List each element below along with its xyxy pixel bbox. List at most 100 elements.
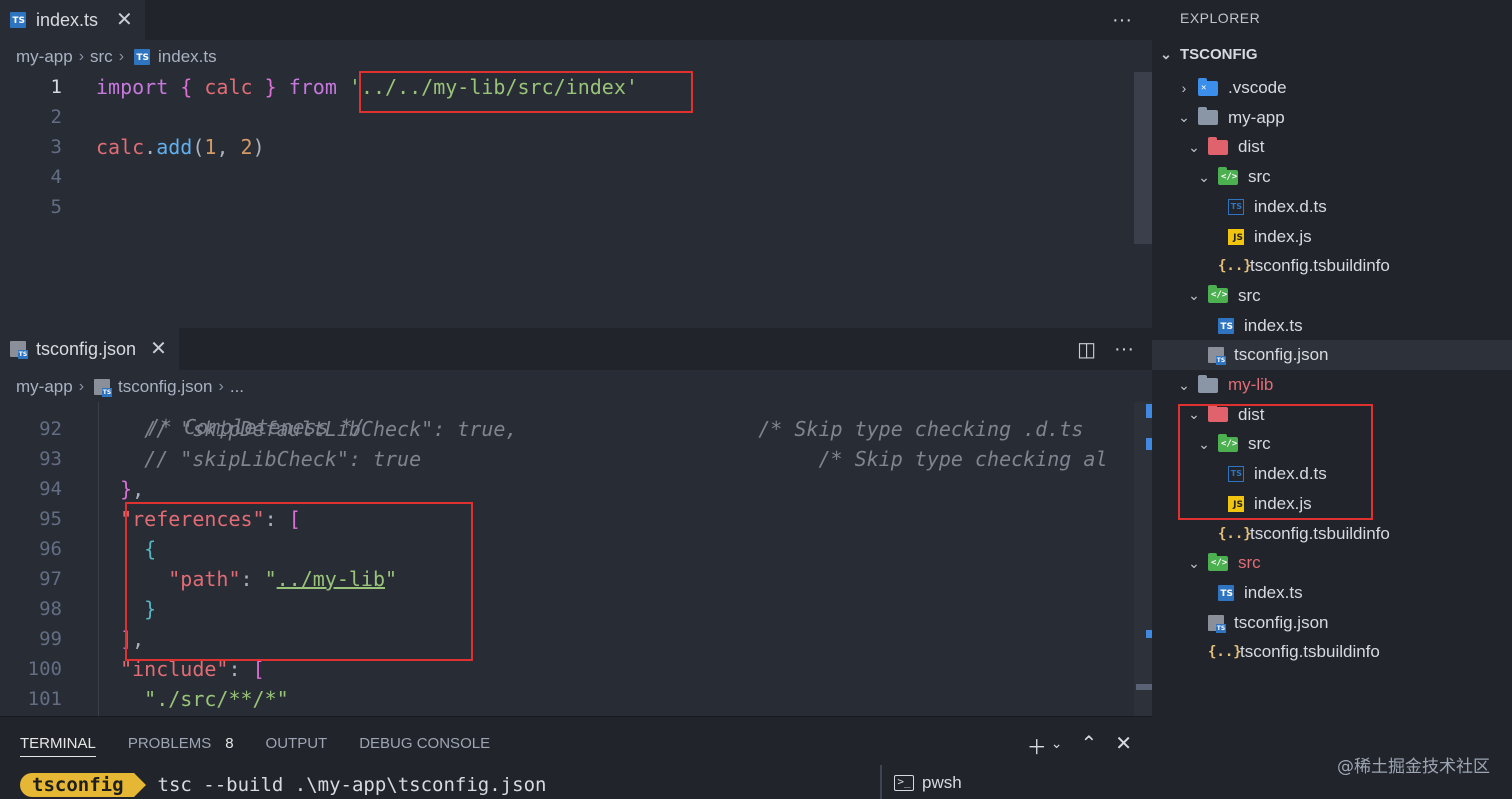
split-editor-icon[interactable]: ◫ — [1077, 337, 1096, 362]
tree-item-icon-wrap: </> — [1218, 166, 1238, 185]
tree-item[interactable]: TS index.ts — [1152, 311, 1512, 341]
code-token: calc — [204, 75, 253, 99]
chevron-right-icon: › — [218, 378, 224, 395]
tree-item[interactable]: {..} tsconfig.tsbuildinfo — [1152, 637, 1512, 667]
tree-item[interactable]: {..} tsconfig.tsbuildinfo — [1152, 251, 1512, 281]
typescript-file-icon: TS — [10, 12, 26, 28]
chevron-down-icon[interactable]: ⌄ — [1051, 735, 1063, 760]
vscode-window: TS index.ts ✕ ··· my-app › src › TS inde… — [0, 0, 1512, 799]
code-token: // "skipLibCheck": true /* Skip type che… — [144, 447, 1108, 471]
breadcrumb-item[interactable]: ... — [230, 377, 244, 397]
tab-index-ts[interactable]: TS index.ts ✕ — [0, 0, 145, 40]
code-line[interactable]: 94 }, — [0, 474, 1134, 504]
tree-item-icon-wrap: </> — [1208, 285, 1228, 304]
breadcrumb-item[interactable]: tsconfig.json — [118, 377, 213, 397]
tree-item-label: tsconfig.tsbuildinfo — [1250, 523, 1390, 543]
watermark: @稀土掘金技术社区 — [1337, 757, 1490, 777]
line-number: 94 — [39, 478, 62, 500]
code-token: , — [132, 477, 145, 501]
code-line[interactable]: 93 // "skipLibCheck": true /* Skip type … — [0, 444, 1134, 474]
tree-item[interactable]: TS index.ts — [1152, 578, 1512, 608]
terminal-prompt-line[interactable]: tsconfig tsc --build .\my-app\tsconfig.j… — [20, 773, 546, 797]
tree-item-label: index.d.ts — [1254, 196, 1327, 216]
tree-item[interactable]: ⌄ my-lib — [1152, 370, 1512, 400]
code-token: } — [264, 75, 277, 99]
scrollbar-thumb[interactable] — [1134, 72, 1152, 244]
code-token: . — [144, 135, 157, 159]
line-number: 101 — [27, 688, 62, 710]
tree-item-label: dist — [1238, 137, 1265, 157]
tree-item[interactable]: ⌄ </> src — [1152, 281, 1512, 311]
code-line[interactable]: 101 "./src/**/*" — [0, 684, 1134, 714]
chevron-down-icon: ⌄ — [1198, 168, 1210, 185]
code-token: ) — [252, 135, 265, 159]
json-braces-icon: {..} — [1218, 258, 1252, 275]
close-panel-icon[interactable]: ✕ — [1115, 731, 1132, 760]
line-number: 92 — [39, 418, 62, 440]
add-terminal-icon[interactable]: ＋ — [1027, 731, 1047, 760]
bottom-tabbar: tsconfig.json ✕ ◫ ··· — [0, 328, 1152, 370]
tab-terminal[interactable]: TERMINAL — [20, 735, 96, 757]
tree-item[interactable]: ⌄ </> src — [1152, 162, 1512, 192]
typescript-file-icon: TS — [134, 49, 151, 65]
breadcrumb-item[interactable]: my-app — [16, 377, 73, 397]
breadcrumb-item[interactable]: src — [90, 47, 113, 67]
terminal-instance-pwsh[interactable]: >_ pwsh — [880, 765, 1152, 799]
tree-item[interactable]: {..} tsconfig.tsbuildinfo — [1152, 519, 1512, 549]
indent-guide — [98, 402, 99, 716]
tree-item-label: index.js — [1254, 226, 1312, 246]
tree-item-icon-wrap: {..} — [1218, 525, 1252, 542]
code-text: // "skipLibCheck": true /* Skip type che… — [96, 444, 1107, 474]
vscode-folder-icon: ✕ — [1198, 77, 1218, 96]
tree-item-icon-wrap: </> — [1208, 552, 1228, 571]
editor-area: TS index.ts ✕ ··· my-app › src › TS inde… — [0, 0, 1152, 716]
typescript-declaration-icon: TS — [1228, 198, 1244, 215]
close-icon[interactable]: ✕ — [116, 10, 133, 30]
tab-label: tsconfig.json — [36, 338, 137, 359]
breadcrumb-item[interactable]: my-app — [16, 47, 73, 67]
breadcrumb-item[interactable]: index.ts — [158, 47, 217, 67]
code-line[interactable]: 3 calc.add(1, 2) — [0, 132, 1134, 162]
tree-item-label: tsconfig.json — [1234, 345, 1329, 365]
tab-debug-console[interactable]: DEBUG CONSOLE — [359, 735, 490, 757]
chevron-right-icon: › — [78, 378, 85, 395]
tree-item[interactable]: tsconfig.json — [1152, 340, 1512, 371]
tree-item[interactable]: › ✕ .vscode — [1152, 73, 1512, 103]
json-braces-icon: {..} — [1218, 525, 1252, 542]
chevron-right-icon: › — [1181, 80, 1187, 96]
tree-item[interactable]: TS index.d.ts — [1152, 192, 1512, 222]
tree-item[interactable]: ⌄ dist — [1152, 132, 1512, 162]
code-line[interactable]: 92 // "skipDefaultLibCheck": true, /* Sk… — [0, 414, 1134, 444]
typescript-file-icon: TS — [1218, 584, 1234, 601]
prompt-arrow — [133, 773, 146, 797]
tab-label: index.ts — [36, 9, 99, 30]
explorer-sidebar: EXPLORER ⌄ TSCONFIG › ✕ .vscode ⌄ my-app ⌄ dis… — [1152, 0, 1512, 799]
more-actions-icon[interactable]: ··· — [1112, 9, 1132, 32]
tab-label: PROBLEMS — [127, 735, 212, 752]
tab-problems[interactable]: PROBLEMS 8 — [128, 735, 234, 757]
tab-output[interactable]: OUTPUT — [266, 735, 328, 757]
annotation-box — [359, 71, 693, 113]
tree-item[interactable]: ⌄ </> src — [1152, 548, 1512, 578]
tree-item[interactable]: tsconfig.json — [1152, 608, 1512, 638]
close-icon[interactable]: ✕ — [150, 339, 167, 359]
tsconfig-file-icon — [94, 379, 113, 397]
code-line[interactable]: 4 — [0, 162, 1134, 192]
tree-item-icon-wrap: {..} — [1208, 644, 1242, 660]
more-actions-icon[interactable]: ··· — [1114, 338, 1134, 361]
code-line[interactable]: 5 — [0, 192, 1134, 222]
tree-item[interactable]: ⌄ my-app — [1152, 103, 1512, 133]
tab-tsconfig-json[interactable]: tsconfig.json ✕ — [0, 328, 179, 370]
javascript-file-icon: JS — [1228, 228, 1244, 245]
workspace-section-header[interactable]: ⌄ TSCONFIG — [1158, 46, 1257, 63]
code-token: "./src/**/*" — [144, 687, 289, 711]
annotation-box — [1178, 404, 1373, 520]
tree-item[interactable]: JS index.js — [1152, 222, 1512, 252]
maximize-panel-icon[interactable]: ⌃ — [1080, 731, 1097, 760]
tree-item-label: src — [1248, 167, 1271, 187]
code-token: , — [216, 135, 241, 159]
